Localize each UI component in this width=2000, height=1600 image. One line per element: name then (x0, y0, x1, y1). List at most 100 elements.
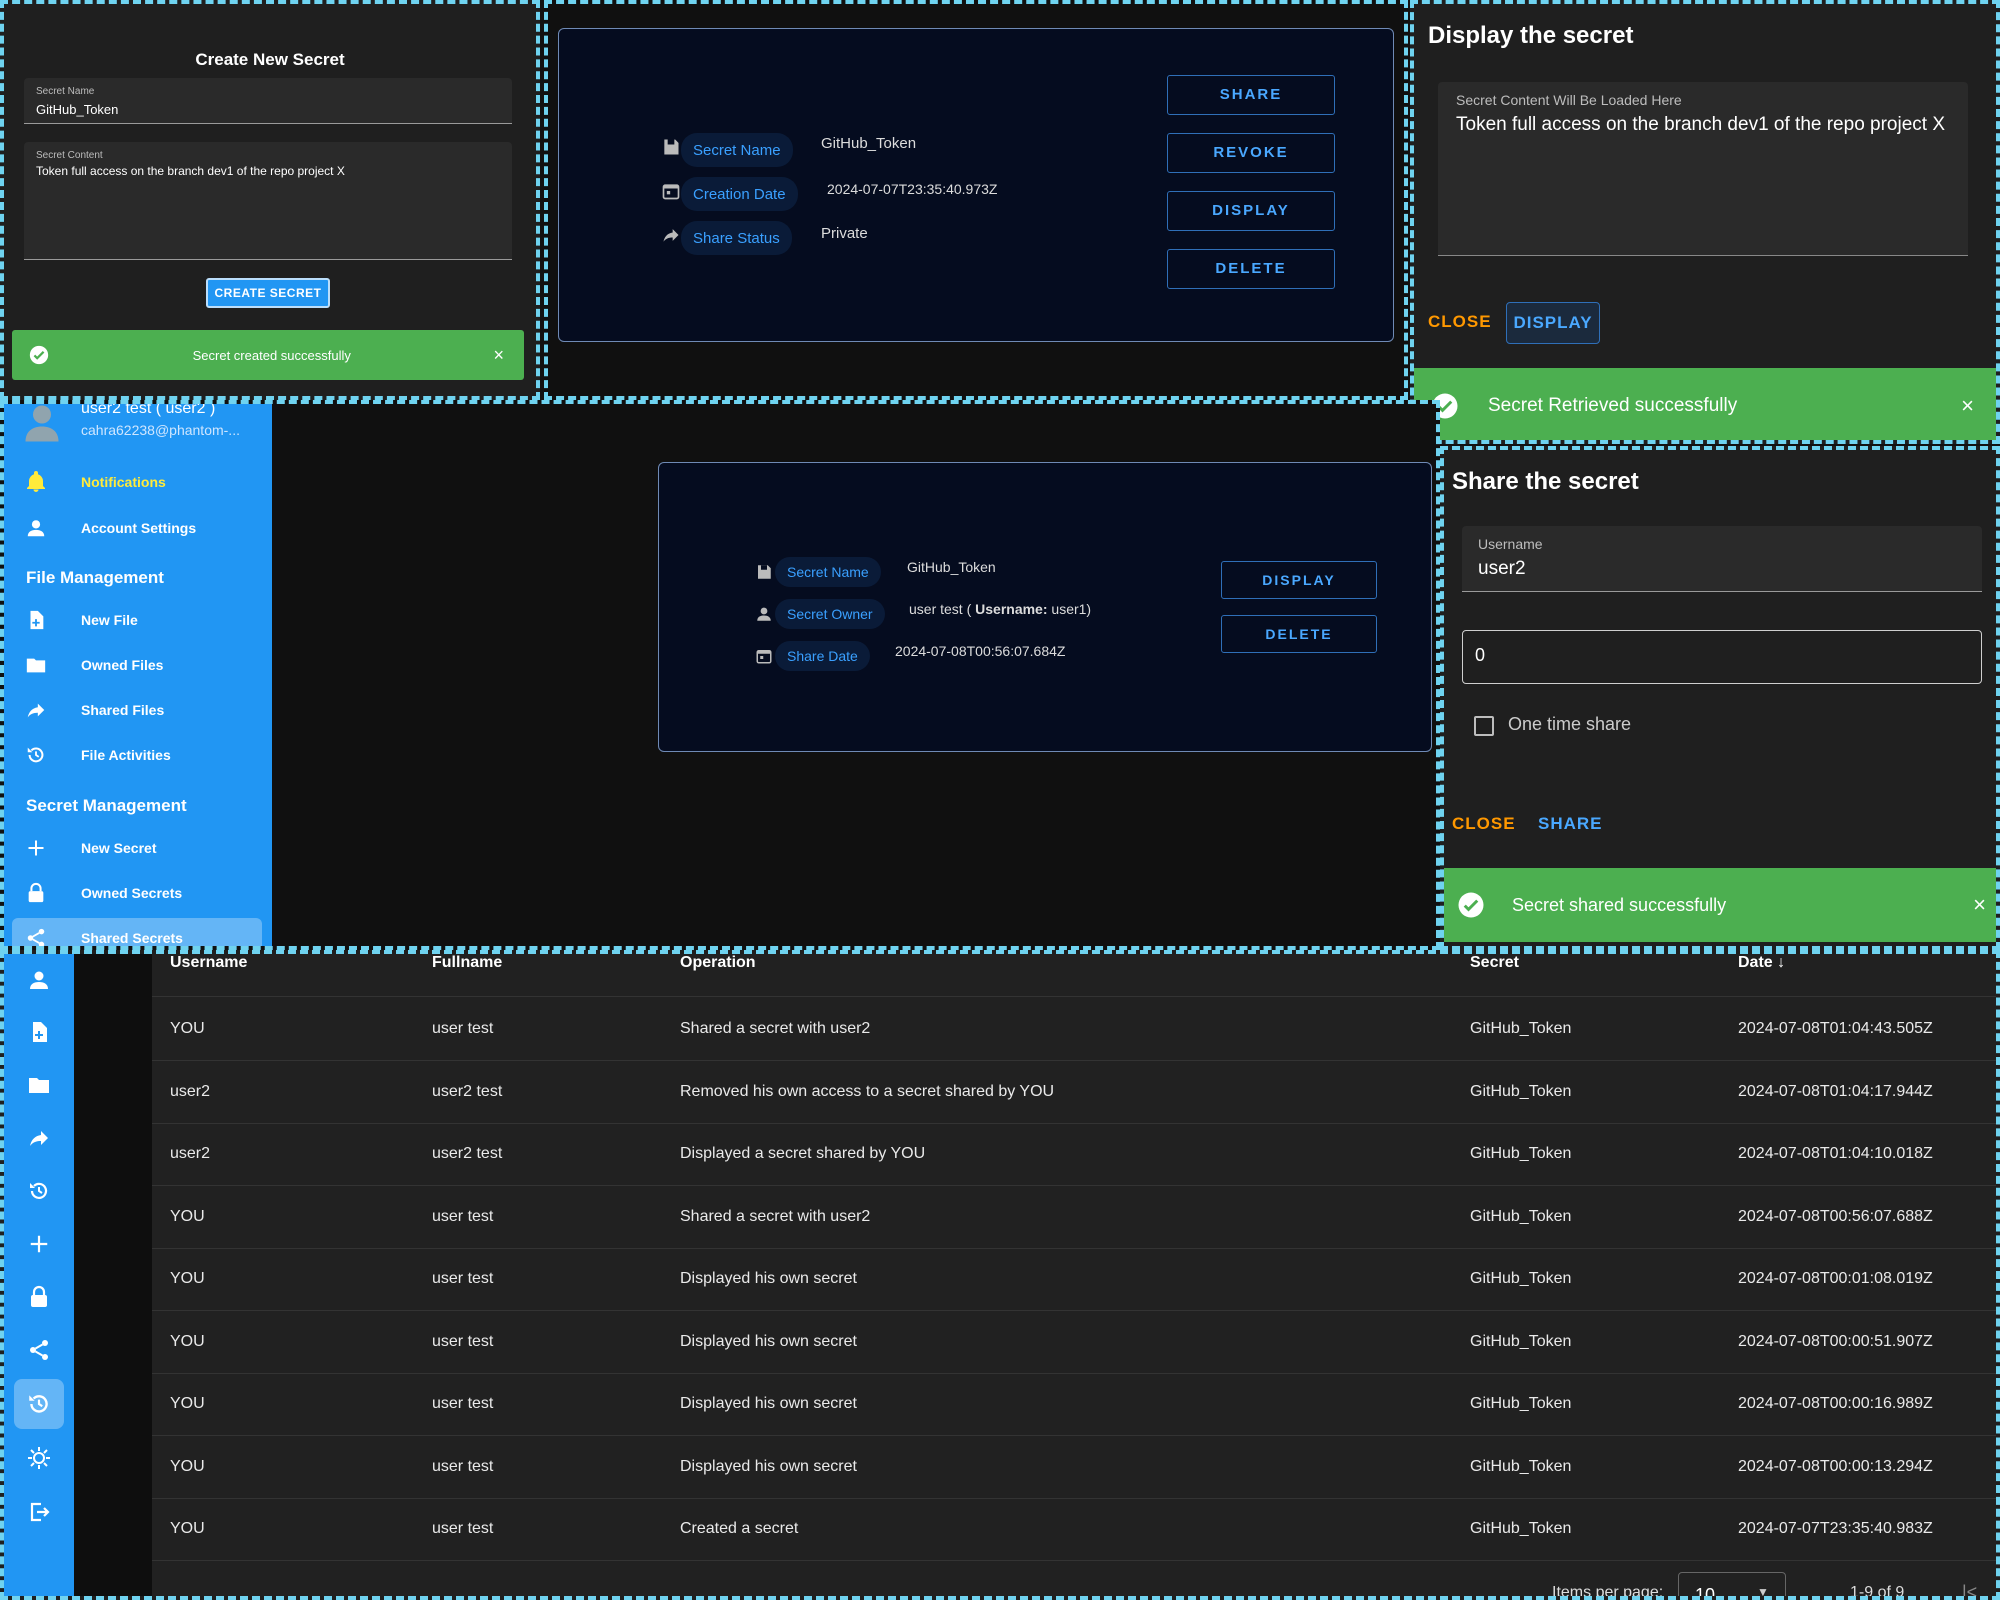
owner-name: user test ( (909, 601, 972, 617)
sidebar-item-owned-secrets[interactable]: Owned Secrets (4, 873, 272, 913)
table-cell: Displayed his own secret (680, 1270, 857, 1287)
secret-name-value: GitHub_Token (36, 102, 119, 117)
secret-name-field[interactable]: Secret Name GitHub_Token (24, 78, 512, 124)
file-add-icon[interactable] (4, 1010, 74, 1054)
activities-table: Username Fullname Operation Secret Date … (152, 954, 1996, 1596)
history-icon (24, 743, 48, 767)
table-cell: 2024-07-08T00:56:07.688Z (1738, 1207, 1933, 1225)
avatar[interactable] (24, 404, 60, 442)
arrow-down-icon: ↓ (1777, 954, 1786, 971)
person-icon[interactable] (4, 958, 74, 1002)
column-header-date-label: Date (1738, 954, 1773, 971)
sidebar-item-new-file[interactable]: New File (4, 600, 272, 640)
share-status-value: Private (821, 225, 868, 242)
calendar-icon (755, 647, 773, 665)
table-cell: GitHub_Token (1470, 1270, 1572, 1287)
column-header-secret[interactable]: Secret (1470, 954, 1519, 972)
secret-content-textarea[interactable]: Secret Content Will Be Loaded Here Token… (1438, 82, 1968, 256)
close-button[interactable]: CLOSE (1452, 814, 1516, 834)
delete-button[interactable]: DELETE (1167, 249, 1335, 289)
close-button[interactable]: CLOSE (1428, 312, 1492, 332)
table-cell: 2024-07-08T01:04:17.944Z (1738, 1082, 1933, 1100)
table-cell: user2 test (432, 1082, 503, 1100)
save-icon (661, 137, 681, 157)
table-cell: YOU (170, 1270, 205, 1287)
row-divider (152, 1122, 1996, 1124)
column-header-operation[interactable]: Operation (680, 954, 756, 972)
sidebar-item-owned-files[interactable]: Owned Files (4, 645, 272, 685)
create-secret-panel: Create New Secret Secret Name GitHub_Tok… (0, 0, 540, 400)
delete-button[interactable]: DELETE (1221, 615, 1377, 653)
sidebar-item-label: Owned Secrets (81, 885, 183, 901)
revoke-button[interactable]: REVOKE (1167, 133, 1335, 173)
share-button[interactable]: SHARE (1167, 75, 1335, 115)
one-time-share-label: One time share (1508, 714, 1632, 734)
creation-date-chip: Creation Date (681, 177, 798, 211)
table-cell: Displayed his own secret (680, 1332, 857, 1350)
sidebar: user2 test ( user2 ) cahra62238@phantom-… (4, 404, 272, 946)
file-management-heading: File Management (26, 568, 164, 587)
sidebar-item-label: New File (81, 612, 138, 628)
folder-icon (24, 653, 48, 677)
logout-icon[interactable] (4, 1490, 74, 1534)
sidebar-item-new-secret[interactable]: New Secret (4, 828, 272, 868)
close-icon[interactable]: × (1961, 393, 1974, 419)
sidebar-item-account-settings[interactable]: Account Settings (4, 508, 272, 548)
table-cell: GitHub_Token (1470, 1145, 1572, 1162)
table-cell: 2024-07-08T00:00:13.294Z (1738, 1457, 1933, 1475)
username-field[interactable]: Username user2 (1462, 526, 1982, 592)
one-time-share-checkbox[interactable] (1474, 716, 1494, 736)
column-header-date[interactable]: Date ↓ (1738, 954, 1785, 972)
column-header-username[interactable]: Username (170, 954, 247, 972)
username-label: Username (1478, 536, 1543, 552)
history-icon-active[interactable] (14, 1379, 64, 1429)
table-cell: user2 test (432, 1145, 503, 1162)
folder-icon[interactable] (4, 1063, 74, 1107)
first-page-icon[interactable]: |< (1962, 1582, 1977, 1596)
share-arrow-icon (24, 698, 48, 722)
display-button[interactable]: DISPLAY (1506, 302, 1600, 344)
secret-name-value: GitHub_Token (821, 135, 917, 152)
sidebar-item-label: Shared Files (81, 702, 165, 718)
theme-icon[interactable] (4, 1436, 74, 1480)
items-per-page-select[interactable]: 10 ▼ (1678, 1572, 1786, 1596)
row-divider (152, 1310, 1996, 1311)
history-icon[interactable] (4, 1169, 74, 1213)
share-date-chip: Share Date (775, 641, 870, 671)
success-snackbar: Secret shared successfully × (1444, 868, 1996, 942)
lock-icon[interactable] (4, 1275, 74, 1319)
sidebar-item-notifications[interactable]: Notifications (4, 462, 272, 502)
display-button[interactable]: DISPLAY (1221, 561, 1377, 599)
sidebar-item-label: File Activities (81, 747, 171, 763)
owner-username: user1) (1051, 601, 1092, 617)
create-secret-button[interactable]: CREATE SECRET (206, 278, 330, 308)
sidebar-item-shared-secrets[interactable]: Shared Secrets (12, 918, 262, 946)
share-arrow-icon[interactable] (4, 1116, 74, 1160)
table-cell: user2 (170, 1145, 211, 1162)
number-input[interactable]: 0 (1462, 630, 1982, 684)
plus-icon[interactable] (4, 1222, 74, 1266)
share-button[interactable]: SHARE (1538, 814, 1603, 834)
close-icon[interactable]: × (1973, 892, 1986, 918)
number-value: 0 (1475, 645, 1486, 665)
table-cell: Displayed a secret shared by YOU (680, 1145, 926, 1162)
table-cell: 2024-07-08T00:00:16.989Z (1738, 1395, 1933, 1412)
close-icon[interactable]: × (493, 345, 504, 366)
table-cell: user2 (170, 1082, 211, 1100)
success-snackbar: Secret created successfully × (12, 330, 524, 380)
table-cell: YOU (170, 1332, 205, 1350)
sidebar-item-file-activities[interactable]: File Activities (4, 735, 272, 775)
pagination-range: 1-9 of 9 (1850, 1584, 1905, 1600)
table-cell: user test (432, 1395, 494, 1412)
user-email: cahra62238@phantom-... (81, 422, 240, 438)
textarea-value: Token full access on the branch dev1 of … (1456, 114, 1946, 135)
check-circle-icon (28, 344, 50, 366)
column-header-fullname[interactable]: Fullname (432, 954, 502, 972)
sidebar-item-shared-files[interactable]: Shared Files (4, 690, 272, 730)
display-button[interactable]: DISPLAY (1167, 191, 1335, 231)
calendar-icon (661, 181, 681, 201)
secret-content-field[interactable]: Secret Content Token full access on the … (24, 142, 512, 260)
share-icon[interactable] (4, 1328, 74, 1372)
secret-name-label: Secret Name (36, 86, 95, 97)
row-divider (152, 996, 1996, 997)
